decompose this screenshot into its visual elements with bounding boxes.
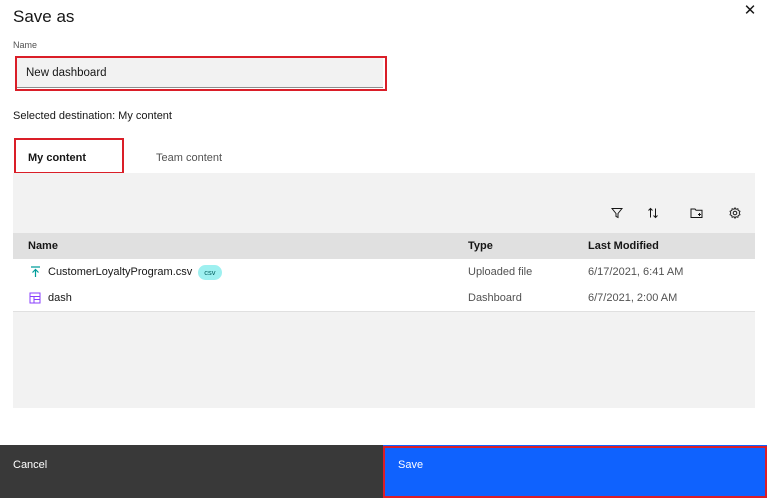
cancel-button-label: Cancel <box>13 459 48 471</box>
row-modified-cell: 6/17/2021, 6:41 AM <box>588 266 684 278</box>
save-button[interactable]: Save <box>383 445 767 498</box>
dialog-footer: Cancel Save <box>0 445 767 498</box>
filter-icon[interactable] <box>607 203 627 223</box>
new-folder-icon[interactable] <box>686 203 706 223</box>
row-name-cell: CustomerLoyaltyProgram.csv csv <box>28 259 222 285</box>
tab-my-content-label: My content <box>28 152 87 164</box>
selected-destination: Selected destination: My content <box>13 110 172 122</box>
settings-icon[interactable] <box>725 203 745 223</box>
row-type-cell: Uploaded file <box>468 266 533 278</box>
row-type-cell: Dashboard <box>468 292 522 304</box>
file-name: dash <box>48 292 72 304</box>
row-modified-cell: 6/7/2021, 2:00 AM <box>588 292 678 304</box>
content-toolbar <box>13 173 755 233</box>
name-label: Name <box>13 40 38 50</box>
close-icon[interactable]: ✕ <box>742 3 758 19</box>
tab-my-content[interactable]: My content <box>13 143 142 175</box>
dialog-title: Save as <box>13 7 75 26</box>
row-name-cell: dash <box>28 285 72 311</box>
destination-tabs: My content Team content <box>13 143 270 175</box>
cancel-button[interactable]: Cancel <box>0 445 383 498</box>
table-row[interactable]: CustomerLoyaltyProgram.csv csv Uploaded … <box>13 259 755 286</box>
save-button-label: Save <box>398 459 424 471</box>
save-as-dialog: Save as ✕ Name Selected destination: My … <box>0 0 767 498</box>
column-header-name[interactable]: Name <box>28 233 58 259</box>
csv-tag: csv <box>198 264 222 280</box>
tab-team-content[interactable]: Team content <box>142 143 270 173</box>
table-header: Name Type Last Modified <box>13 233 755 259</box>
column-header-last-modified[interactable]: Last Modified <box>588 233 659 259</box>
name-input[interactable] <box>17 58 383 88</box>
table-empty-area <box>13 312 755 408</box>
file-name: CustomerLoyaltyProgram.csv <box>48 266 193 278</box>
upload-icon <box>28 265 42 279</box>
column-header-type[interactable]: Type <box>468 233 493 259</box>
sort-icon[interactable] <box>643 203 663 223</box>
dashboard-icon <box>28 291 42 305</box>
table-row[interactable]: dash Dashboard 6/7/2021, 2:00 AM <box>13 285 755 312</box>
tab-team-content-label: Team content <box>156 152 223 164</box>
